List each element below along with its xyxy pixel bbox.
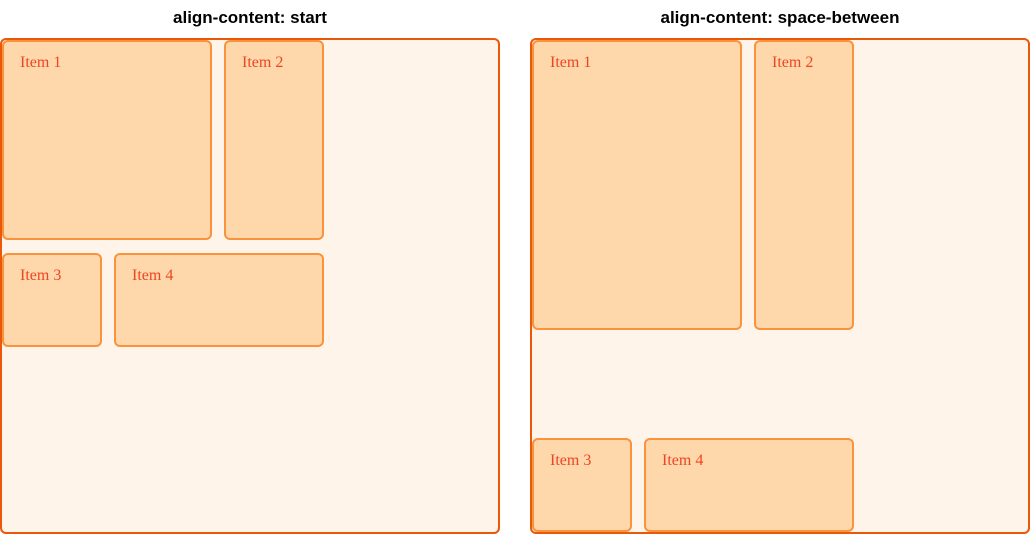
- grid-item-3: Item 3: [2, 253, 102, 347]
- panel-space-between: align-content: space-between Item 1 Item…: [530, 0, 1030, 534]
- panel-title-start: align-content: start: [0, 0, 500, 38]
- grid-item-3: Item 3: [532, 438, 632, 532]
- grid-item-1: Item 1: [2, 40, 212, 240]
- grid-container-space-between: Item 1 Item 2 Item 3 Item 4: [530, 38, 1030, 534]
- grid-item-2: Item 2: [754, 40, 854, 330]
- diagram-wrapper: align-content: start Item 1 Item 2 Item …: [0, 0, 1030, 534]
- panel-start: align-content: start Item 1 Item 2 Item …: [0, 0, 500, 534]
- grid-item-4: Item 4: [644, 438, 854, 532]
- grid-item-2: Item 2: [224, 40, 324, 240]
- grid-item-1: Item 1: [532, 40, 742, 330]
- grid-container-start: Item 1 Item 2 Item 3 Item 4: [0, 38, 500, 534]
- panel-title-space-between: align-content: space-between: [530, 0, 1030, 38]
- grid-item-4: Item 4: [114, 253, 324, 347]
